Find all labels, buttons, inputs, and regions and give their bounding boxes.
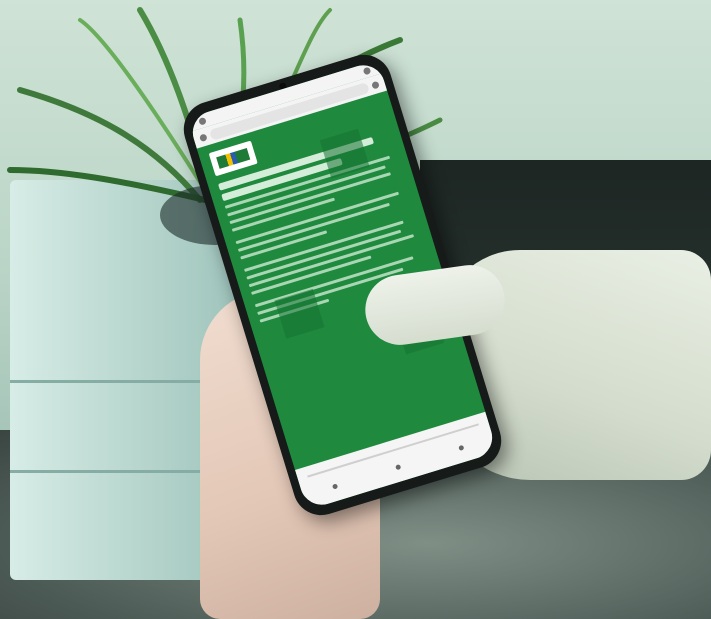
photo-scene bbox=[0, 0, 711, 619]
menu-icon bbox=[370, 80, 380, 90]
recent-apps-icon bbox=[458, 444, 465, 451]
back-icon bbox=[331, 483, 338, 490]
battery-icon bbox=[362, 66, 372, 75]
home-icon bbox=[198, 132, 208, 142]
text-line bbox=[237, 202, 390, 252]
government-logo-icon bbox=[208, 140, 258, 177]
clock-icon bbox=[197, 116, 207, 126]
home-icon bbox=[395, 464, 402, 471]
